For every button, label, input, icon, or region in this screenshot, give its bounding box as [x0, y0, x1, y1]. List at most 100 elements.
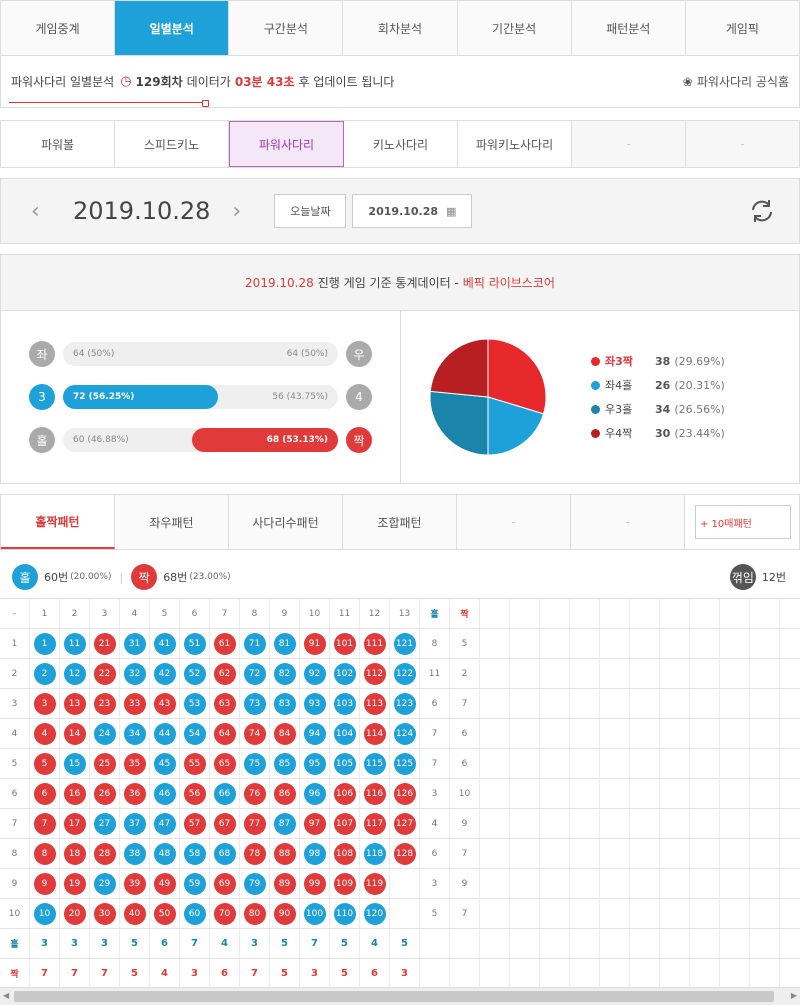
result-ball: 87 — [273, 812, 296, 835]
grid-cell: 33 — [120, 689, 150, 718]
info-mid: 데이터가 — [186, 75, 231, 89]
result-ball: 98 — [303, 842, 326, 865]
scroll-right-icon[interactable]: ▶ — [791, 991, 797, 1000]
grid-col-header: 11 — [330, 599, 360, 628]
grid-cell: 50 — [150, 899, 180, 928]
stats-brand: 베픽 라이브스코어 — [462, 276, 555, 290]
top-tab-5[interactable]: 기간분석 — [457, 1, 572, 55]
pattern-tab-6[interactable]: - — [571, 495, 685, 549]
legend-name: 좌3짝 — [605, 355, 633, 368]
grid-empty-cell — [660, 719, 690, 748]
grid-empty-cell — [660, 869, 690, 898]
grid-cell: 14 — [60, 719, 90, 748]
grid-cell: 41 — [150, 629, 180, 658]
grid-empty-cell — [750, 839, 780, 868]
grid-cell: 9 — [30, 869, 60, 898]
result-ball: 118 — [363, 842, 386, 865]
result-ball: 8 — [33, 842, 56, 865]
scroll-thumb[interactable] — [14, 991, 774, 1002]
grid-empty-cell — [750, 899, 780, 928]
grid-empty-cell — [540, 629, 570, 658]
grid-row-label: 3 — [0, 689, 30, 718]
grid-empty-cell — [660, 629, 690, 658]
grid-cell: 120 — [360, 899, 390, 928]
grid-empty-cell — [630, 749, 660, 778]
grid-empty-cell — [720, 719, 750, 748]
grid-col-header: 2 — [60, 599, 90, 628]
grid-col-header: 6 — [180, 599, 210, 628]
top-tab-2[interactable]: 일별분석 — [115, 1, 230, 55]
grid-row-even-count: 10 — [450, 779, 480, 808]
grid-cell: 16 — [60, 779, 90, 808]
game-tab-4[interactable]: 키노사다리 — [344, 121, 458, 167]
game-tab-7[interactable]: - — [686, 121, 799, 167]
grid-empty-cell — [540, 809, 570, 838]
top-tab-4[interactable]: 회차분석 — [343, 1, 458, 55]
grid-cell: 89 — [270, 869, 300, 898]
result-ball: 63 — [213, 692, 236, 715]
grid-row: 7 7 17 27 37 47 57 67 77 87 97 107 117 127 4 9 — [0, 809, 800, 839]
grid-col-even-count: 3 — [180, 959, 210, 988]
result-ball: 90 — [273, 902, 296, 925]
pattern-tab-4[interactable]: 조합패턴 — [343, 495, 457, 549]
grid-row-odd-count: 4 — [420, 809, 450, 838]
grid-empty-cell — [630, 629, 660, 658]
odd-pct: (20.00%) — [70, 572, 112, 582]
official-link[interactable]: ❀ 파워사다리 공식홈 — [683, 73, 789, 90]
pie-slice-3 — [429, 390, 489, 456]
game-tab-5[interactable]: 파워키노사다리 — [458, 121, 572, 167]
legend-item: 좌4홀 26 (20.31%) — [591, 373, 725, 397]
game-tab-6[interactable]: - — [572, 121, 686, 167]
pattern-tab-3[interactable]: 사다리수패턴 — [229, 495, 343, 549]
result-ball: 47 — [153, 812, 176, 835]
legend-name: 좌4홀 — [605, 379, 633, 392]
pattern-tab-2[interactable]: 좌우패턴 — [115, 495, 229, 549]
grid-cell: 102 — [330, 659, 360, 688]
grid-empty-cell — [600, 719, 630, 748]
grid-cell: 106 — [330, 779, 360, 808]
grid-cell: 38 — [120, 839, 150, 868]
grid-cell: 24 — [90, 719, 120, 748]
pattern-tab-1[interactable]: 홀짝패턴 — [1, 495, 115, 549]
grid-cell: 90 — [270, 899, 300, 928]
pattern-10-button[interactable]: + 10매패턴 — [695, 505, 791, 539]
top-tab-7[interactable]: 게임픽 — [685, 1, 799, 55]
grid-cell: 75 — [240, 749, 270, 778]
grid-cell: 48 — [150, 839, 180, 868]
grid-row-odd-count: 11 — [420, 659, 450, 688]
refresh-icon[interactable] — [747, 196, 777, 226]
grid-cell: 125 — [390, 749, 420, 778]
grid-cell: 115 — [360, 749, 390, 778]
grid-cell: 66 — [210, 779, 240, 808]
result-ball: 128 — [393, 842, 416, 865]
grid-even-header: 짝 — [450, 599, 480, 628]
pattern-tab-5[interactable]: - — [457, 495, 571, 549]
game-tab-1[interactable]: 파워볼 — [1, 121, 115, 167]
legend-dot — [591, 356, 600, 366]
grid-cell: 47 — [150, 809, 180, 838]
top-tab-1[interactable]: 게임중계 — [1, 1, 116, 55]
ratio-track: 60 (46.88%) 68 (53.13%) — [63, 428, 338, 452]
calendar-icon: ▦ — [446, 204, 457, 218]
top-tab-3[interactable]: 구간분석 — [229, 1, 344, 55]
grid-empty-cell — [540, 839, 570, 868]
grid-cell: 35 — [120, 749, 150, 778]
grid-empty-cell — [540, 689, 570, 718]
today-button[interactable]: 오늘날짜 — [274, 194, 347, 228]
grid-empty-cell — [540, 749, 570, 778]
legend-pct: (23.44%) — [674, 426, 725, 440]
grid-row-label: 1 — [0, 629, 30, 658]
chevron-left-icon[interactable]: ‹ — [31, 199, 51, 224]
countdown: 03분 43초 — [234, 75, 295, 89]
pie-area: 좌3짝 38 (29.69%) 좌4홀 26 (20.31%) 우3홀 34 (26.56%) 우… — [401, 311, 799, 483]
grid-cell: 42 — [150, 659, 180, 688]
scroll-left-icon[interactable]: ◀ — [3, 991, 9, 1000]
grid-empty-cell — [540, 779, 570, 808]
date-input[interactable]: 2019.10.28 ▦ — [352, 194, 473, 228]
top-tab-6[interactable]: 패턴분석 — [571, 1, 686, 55]
horizontal-scrollbar[interactable]: ◀ ▶ — [0, 987, 800, 1005]
game-tab-2[interactable]: 스피드키노 — [115, 121, 229, 167]
game-tab-3[interactable]: 파워사다리 — [229, 121, 344, 167]
chevron-right-icon[interactable]: › — [232, 199, 252, 224]
result-ball: 34 — [123, 722, 146, 745]
